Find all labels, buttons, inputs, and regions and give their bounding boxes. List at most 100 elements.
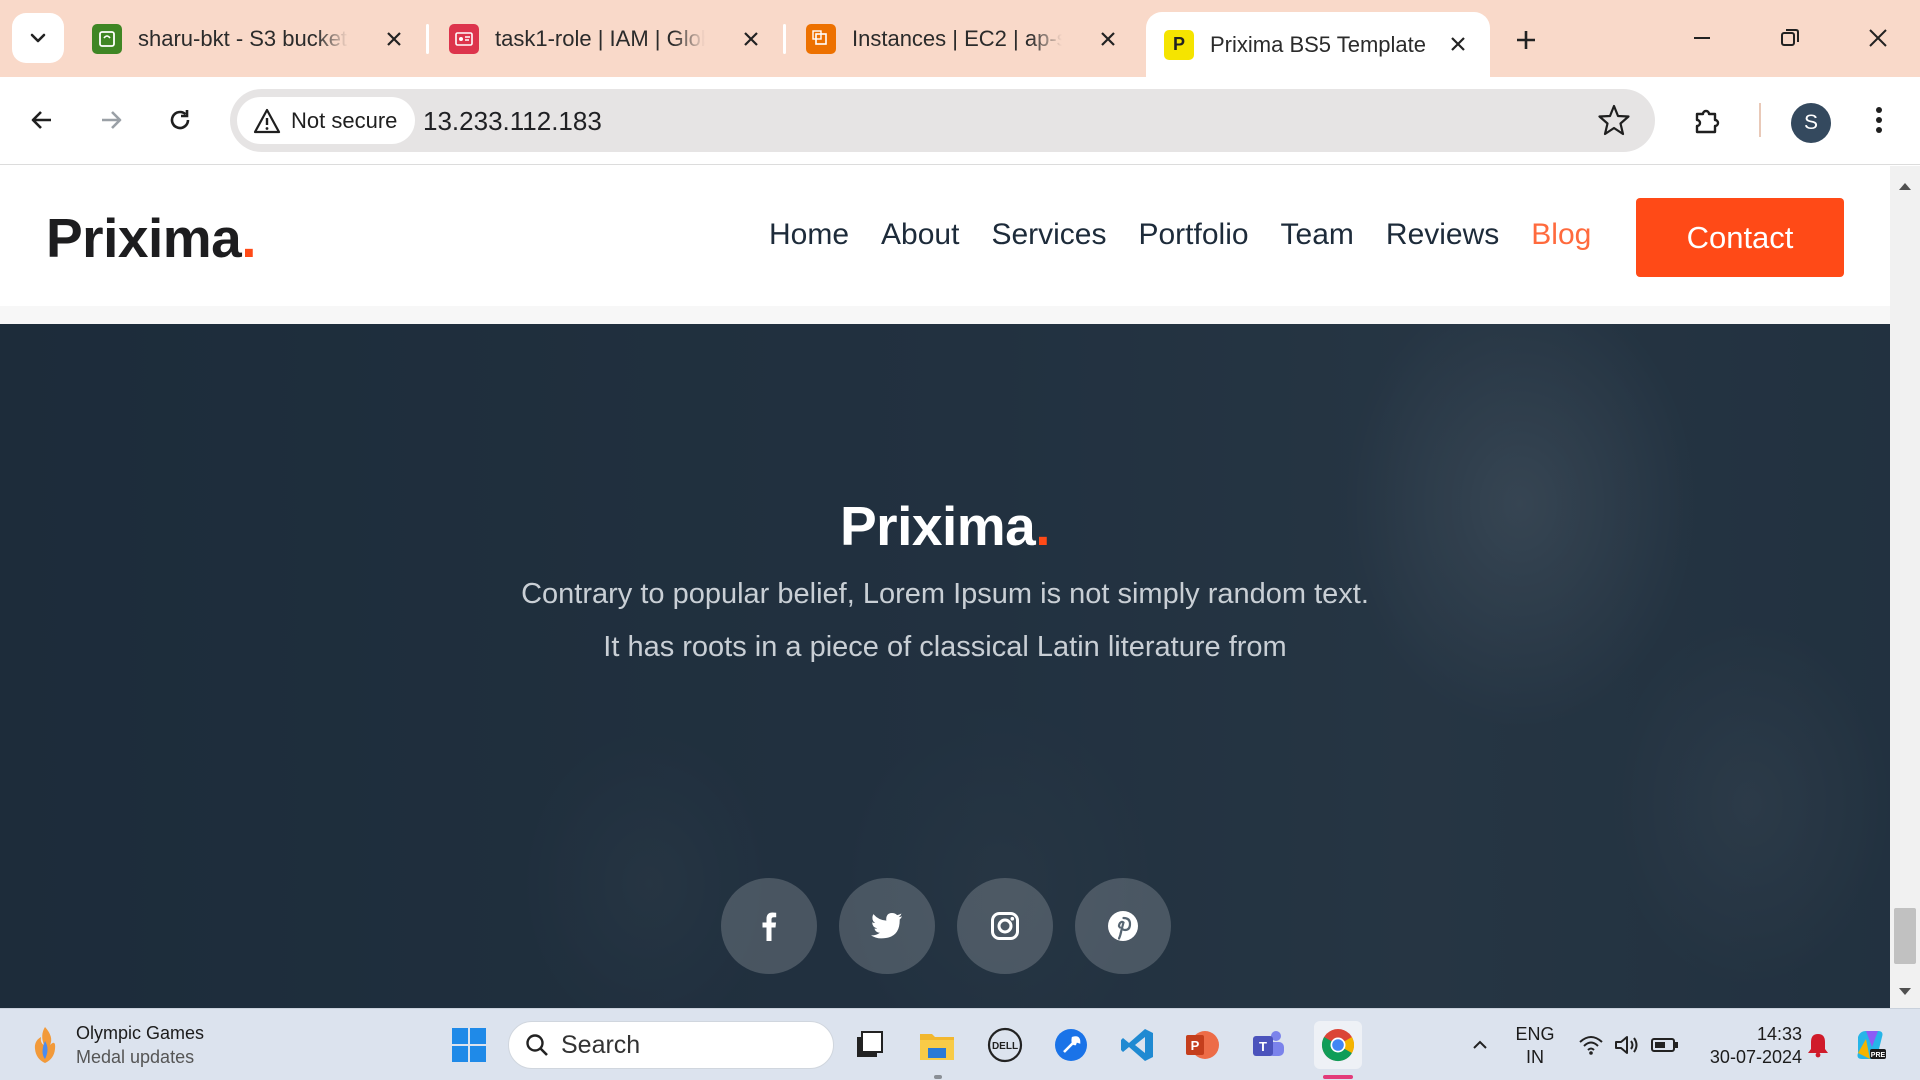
forward-button[interactable]: [88, 97, 134, 143]
ec2-icon: [806, 24, 836, 54]
active-indicator: [1323, 1075, 1353, 1079]
file-explorer-button[interactable]: [917, 1025, 957, 1065]
restore-icon: [1781, 29, 1799, 46]
new-tab-button[interactable]: [1508, 22, 1544, 58]
s3-icon: [92, 24, 122, 54]
screen: sharu-bkt - S3 bucket | S3 task1-role | …: [0, 0, 1920, 1080]
wifi-icon: [1579, 1036, 1603, 1055]
nav-about[interactable]: About: [881, 218, 959, 252]
svg-text:P: P: [1191, 1038, 1200, 1053]
minimize-button[interactable]: [1682, 20, 1722, 56]
close-icon[interactable]: [1094, 25, 1122, 53]
nav-home[interactable]: Home: [769, 218, 849, 252]
close-icon[interactable]: [1444, 30, 1472, 58]
tab-divider: [783, 24, 786, 54]
reload-button[interactable]: [157, 97, 203, 143]
copilot-button[interactable]: PRE: [1850, 1025, 1890, 1065]
back-button[interactable]: [19, 97, 65, 143]
language-indicator[interactable]: ENG IN: [1510, 1023, 1560, 1069]
profile-avatar[interactable]: S: [1791, 103, 1831, 143]
site-info-chip[interactable]: Not secure: [237, 97, 416, 144]
star-icon[interactable]: [1597, 103, 1631, 137]
start-button[interactable]: [449, 1025, 489, 1065]
twitter-link[interactable]: [839, 878, 935, 974]
tab-title: sharu-bkt - S3 bucket | S3: [138, 26, 348, 51]
page-scrollbar[interactable]: [1890, 166, 1920, 1008]
facebook-link[interactable]: [721, 878, 817, 974]
wrench-icon: [1055, 1029, 1087, 1061]
chrome-button[interactable]: [1314, 1021, 1362, 1069]
notifications-button[interactable]: [1798, 1025, 1838, 1065]
tab-title: Instances | EC2 | ap-south-1: [852, 26, 1062, 51]
header-divider: [0, 306, 1890, 324]
tab-prixima[interactable]: P Prixima BS5 Template: [1146, 12, 1490, 77]
scroll-up-icon[interactable]: [1897, 178, 1913, 194]
reload-icon: [170, 110, 190, 130]
footer-hero: Prixima. Contrary to popular belief, Lor…: [0, 324, 1890, 1008]
widget-title: Olympic Games: [76, 1023, 205, 1043]
main-nav: Home About Services Portfolio Team Revie…: [769, 218, 1623, 252]
facebook-icon: [762, 912, 777, 941]
widget-subtitle: Medal updates: [76, 1047, 195, 1067]
contact-button[interactable]: Contact: [1636, 198, 1844, 277]
powerpoint-button[interactable]: P: [1182, 1025, 1222, 1065]
show-hidden-icons-button[interactable]: [1460, 1025, 1500, 1065]
puzzle-icon: [1695, 109, 1720, 134]
footer-text-line-1: Contrary to popular belief, Lorem Ipsum …: [521, 578, 1369, 610]
address-bar[interactable]: Not secure 13.233.112.183: [230, 89, 1655, 152]
vscode-icon: [1121, 1029, 1153, 1061]
battery-status[interactable]: [1645, 1025, 1685, 1065]
nav-team[interactable]: Team: [1281, 218, 1354, 252]
search-placeholder: Search: [561, 1030, 641, 1059]
clock[interactable]: 14:33 30-07-2024: [1692, 1023, 1802, 1069]
footer-logo-text: Prixima: [839, 495, 1036, 557]
taskbar-search[interactable]: Search: [508, 1021, 834, 1069]
nav-services[interactable]: Services: [991, 218, 1106, 252]
site-logo[interactable]: Prixima.: [46, 206, 257, 270]
tab-ec2[interactable]: Instances | EC2 | ap-south-1: [806, 12, 1122, 66]
tab-s3[interactable]: sharu-bkt - S3 bucket | S3: [92, 12, 408, 66]
instagram-icon: [991, 912, 1019, 940]
restore-button[interactable]: [1770, 20, 1810, 56]
task-view-button[interactable]: [849, 1025, 889, 1065]
chevron-up-icon: [1473, 1040, 1487, 1049]
teams-button[interactable]: T: [1248, 1025, 1288, 1065]
olympic-torch-icon: [34, 1027, 56, 1063]
scroll-down-icon[interactable]: [1897, 984, 1913, 1000]
toolbar-divider: [1759, 103, 1761, 137]
site-header: Prixima. Home About Services Portfolio T…: [0, 166, 1890, 306]
support-assist-button[interactable]: [1051, 1025, 1091, 1065]
wifi-status[interactable]: [1571, 1025, 1611, 1065]
svg-text:T: T: [1259, 1039, 1267, 1054]
url-text[interactable]: 13.233.112.183: [423, 106, 602, 137]
windows-taskbar: Olympic Games Medal updates Search DELL: [0, 1008, 1920, 1080]
scrollbar-thumb[interactable]: [1894, 908, 1916, 964]
tab-iam[interactable]: task1-role | IAM | Global: [449, 12, 765, 66]
speaker-icon: [1615, 1036, 1638, 1054]
pinterest-link[interactable]: [1075, 878, 1171, 974]
close-icon[interactable]: [380, 25, 408, 53]
minimize-icon: [1694, 37, 1710, 39]
browser-menu-button[interactable]: [1856, 97, 1902, 143]
volume-status[interactable]: [1607, 1025, 1647, 1065]
pinterest-icon: [1108, 911, 1138, 941]
tab-search-button[interactable]: [12, 13, 64, 63]
clock-date: 30-07-2024: [1709, 1047, 1802, 1067]
dell-app-button[interactable]: DELL: [985, 1025, 1025, 1065]
page-viewport: Prixima. Home About Services Portfolio T…: [0, 166, 1890, 1008]
close-window-button[interactable]: [1858, 20, 1898, 56]
widgets-button[interactable]: Olympic Games Medal updates: [28, 1021, 204, 1069]
task-view-icon: [857, 1031, 883, 1057]
nav-portfolio[interactable]: Portfolio: [1138, 218, 1248, 252]
nav-blog[interactable]: Blog: [1531, 218, 1591, 252]
close-icon[interactable]: [737, 25, 765, 53]
footer-logo: Prixima.: [0, 494, 1890, 558]
tab-title: task1-role | IAM | Global: [495, 26, 705, 51]
windows-logo-icon: [452, 1028, 486, 1062]
svg-text:DELL: DELL: [992, 1041, 1018, 1052]
vscode-button[interactable]: [1117, 1025, 1157, 1065]
extensions-button[interactable]: [1685, 97, 1731, 143]
instagram-link[interactable]: [957, 878, 1053, 974]
nav-reviews[interactable]: Reviews: [1386, 218, 1499, 252]
language-code: ENG: [1515, 1024, 1555, 1044]
